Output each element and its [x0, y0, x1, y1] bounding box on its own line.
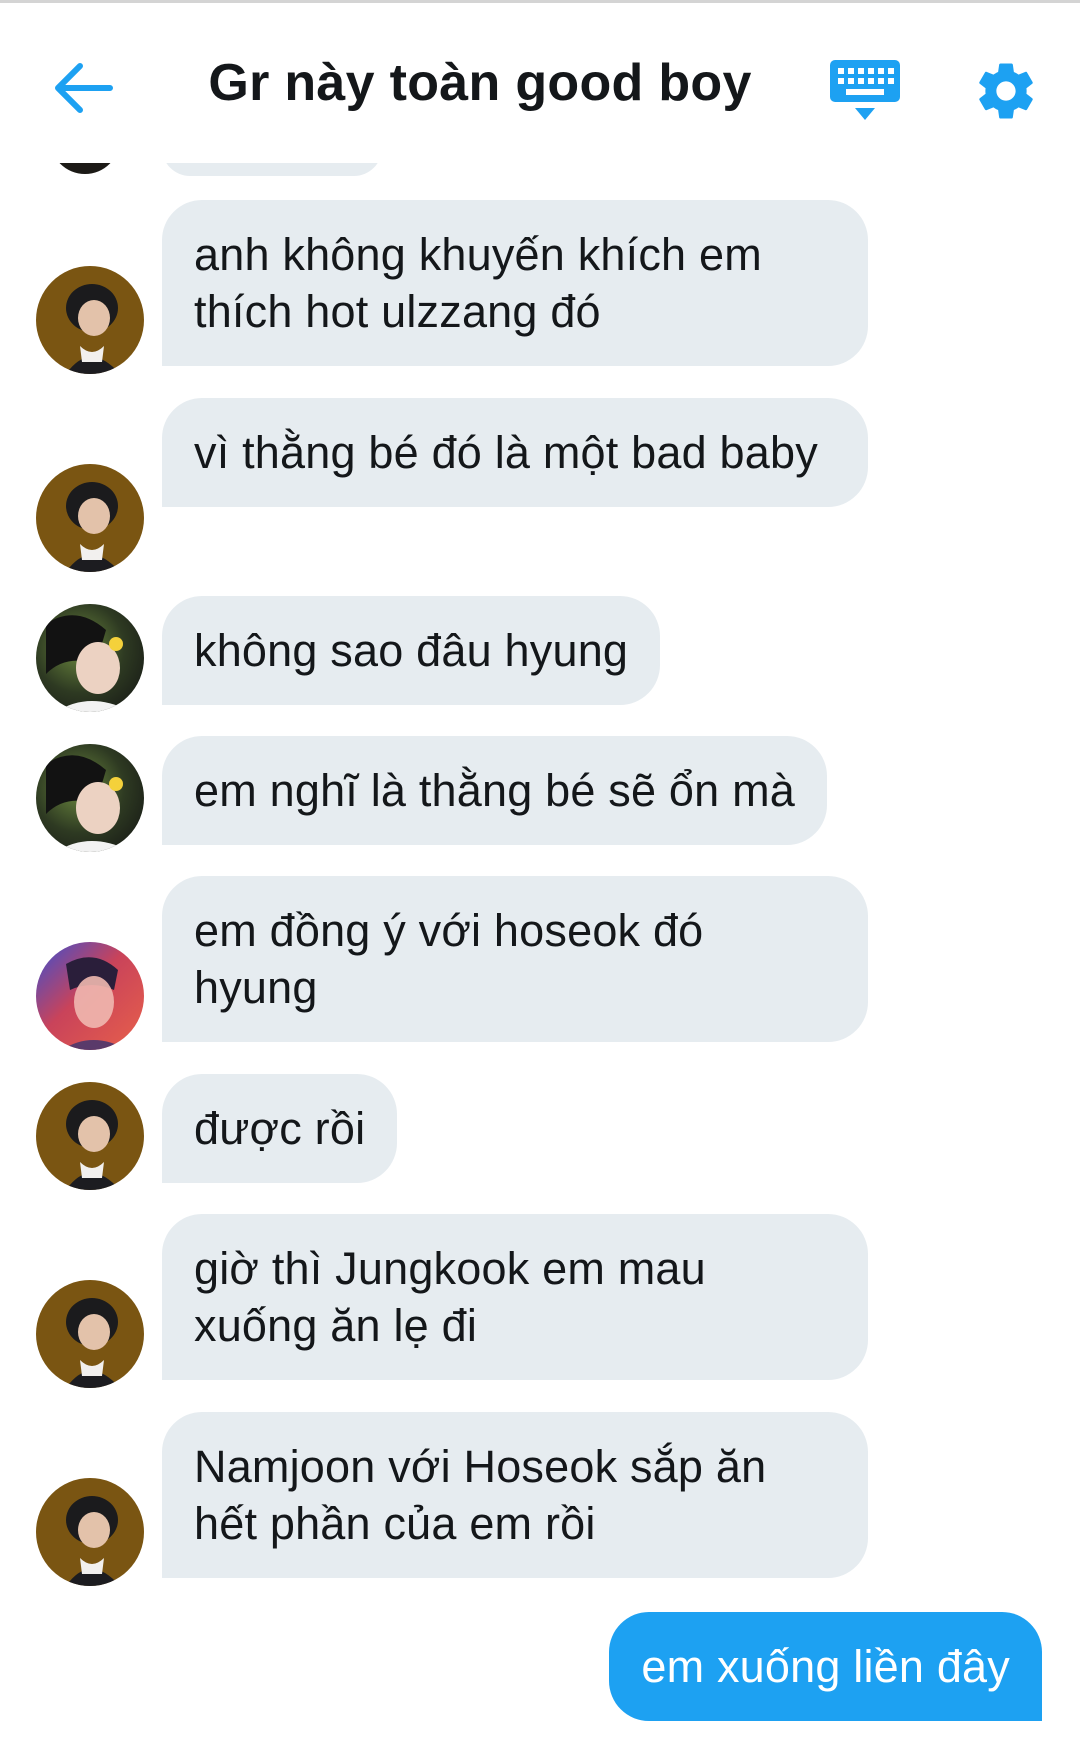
avatar-yoongi[interactable]: [36, 1478, 144, 1586]
back-button[interactable]: [50, 58, 120, 118]
settings-button[interactable]: [973, 58, 1039, 124]
avatar-hoseok[interactable]: [36, 604, 144, 712]
conversation-title: Gr này toàn good boy: [208, 54, 752, 112]
message-bubble-outgoing: em xuống liền đây: [609, 1612, 1042, 1721]
avatar-yoongi[interactable]: [36, 464, 144, 572]
message-text: Namjoon với Hoseok sắp ăn hết phần của e…: [194, 1441, 767, 1549]
avatar-namjoon[interactable]: [36, 942, 144, 1050]
message-text: không sao đâu hyung: [194, 625, 629, 676]
message-text: em xuống liền đây: [641, 1641, 1010, 1692]
avatar-yoongi[interactable]: [36, 266, 144, 374]
message-bubble: em đồng ý với hoseok đó hyung: [162, 876, 868, 1042]
message-text: anh không khuyến khích em thích hot ulzz…: [194, 229, 762, 337]
message-bubble: được rồi: [162, 1074, 398, 1183]
message-bubble: em nghĩ là thằng bé sẽ ổn mà: [162, 736, 827, 845]
avatar-hoseok[interactable]: [36, 744, 144, 852]
message-text: giờ thì Jungkook em mau xuống ăn lẹ đi: [194, 1243, 706, 1351]
message-bubble: anh không khuyến khích em thích hot ulzz…: [162, 200, 868, 366]
keyboard-icon: [830, 60, 900, 120]
message-bubble: Namjoon với Hoseok sắp ăn hết phần của e…: [162, 1412, 868, 1578]
message-bubble: không sao đâu hyung: [162, 596, 661, 705]
message-text: em nghĩ là thằng bé sẽ ổn mà: [194, 765, 795, 816]
gear-icon: [979, 63, 1033, 119]
message-bubble: vì thằng bé đó là một bad baby: [162, 398, 868, 507]
avatar-yoongi[interactable]: [36, 1082, 144, 1190]
avatar-yoongi[interactable]: [36, 1280, 144, 1388]
message-bubble: giờ thì Jungkook em mau xuống ăn lẹ đi: [162, 1214, 868, 1380]
message-text: em đồng ý với hoseok đó hyung: [194, 905, 704, 1013]
keyboard-button[interactable]: [828, 58, 902, 124]
arrow-left-icon: [55, 63, 113, 113]
message-text: vì thằng bé đó là một bad baby: [194, 427, 818, 478]
message-text: được rồi: [194, 1103, 366, 1154]
conversation-header: Gr này toàn good boy: [0, 3, 1080, 163]
